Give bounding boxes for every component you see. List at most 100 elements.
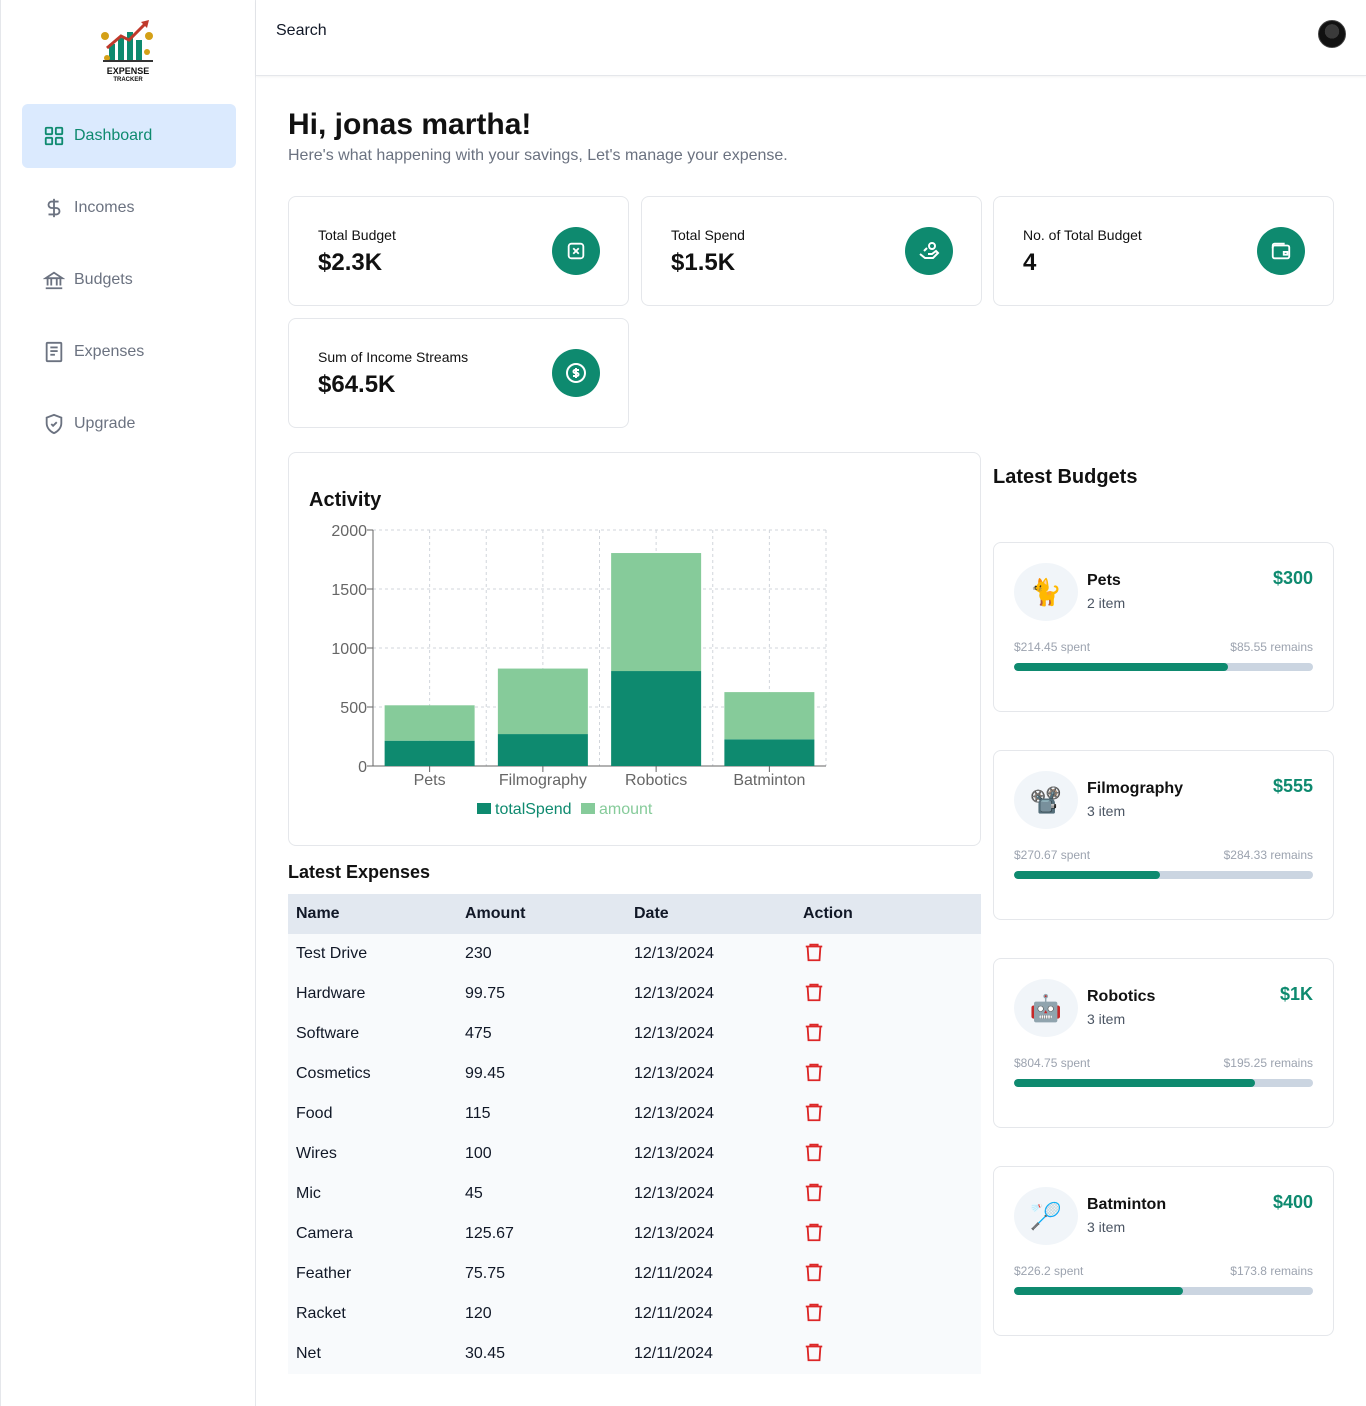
sidebar-item-upgrade[interactable]: Upgrade [22, 392, 236, 456]
expense-date: 12/13/2024 [634, 1065, 715, 1082]
column-header-name: Name [296, 905, 340, 922]
x-tick-label: Robotics [625, 772, 687, 789]
y-tick-label: 2000 [331, 523, 367, 540]
budget-progress-fill [1014, 1287, 1184, 1295]
x-tick-label: Filmography [499, 772, 587, 789]
budget-name: Batminton [1087, 1196, 1167, 1213]
trash-icon[interactable] [803, 1340, 825, 1364]
trash-icon[interactable] [803, 980, 825, 1004]
trash-icon[interactable] [803, 940, 825, 964]
sidebar-item-incomes[interactable]: Incomes [22, 176, 236, 240]
budget-emoji-icon: 🏸 [1014, 1187, 1078, 1245]
budget-amount: $400 [1272, 1192, 1313, 1212]
budget-card[interactable]: 🤖 Robotics 3 item $1K $804.75 spent $195.25 r… [993, 958, 1334, 1128]
expense-date: 12/13/2024 [634, 1185, 715, 1202]
expense-name: Wires [296, 1145, 337, 1162]
trash-icon[interactable] [803, 1140, 825, 1164]
budget-card[interactable]: 📽️ Filmography 3 item $555 $270.67 spent $284… [993, 750, 1334, 920]
budget-card[interactable]: 🏸 Batminton 3 item $400 $226.2 spent $173.8 r… [993, 1166, 1334, 1336]
expense-date: 12/13/2024 [634, 945, 715, 962]
y-tick-label: 0 [358, 759, 367, 776]
trash-icon[interactable] [803, 1020, 825, 1044]
budget-name: Filmography [1087, 780, 1184, 797]
budget-progress-fill [1014, 871, 1160, 879]
expense-amount: 230 [465, 945, 492, 962]
legend-label-totalSpend: totalSpend [495, 801, 572, 818]
stat-label: No. of Total Budget [1023, 227, 1142, 243]
table-row: Software 475 12/13/2024 [288, 1014, 981, 1054]
column-header-date: Date [634, 905, 669, 922]
expense-date: 12/11/2024 [634, 1345, 713, 1362]
budget-amount: $300 [1272, 568, 1313, 588]
budget-remains: $284.33 remains [1223, 848, 1313, 862]
latest-budgets-title: Latest Budgets [993, 466, 1138, 488]
bar-totalSpend-filmography [497, 734, 588, 766]
shield-check-icon [42, 412, 66, 436]
budget-name: Pets [1087, 572, 1121, 589]
y-tick-label: 1500 [331, 582, 367, 599]
trash-icon[interactable] [803, 1300, 825, 1324]
page-subtitle: Here's what happening with your savings,… [288, 147, 788, 164]
sidebar-item-expenses[interactable]: Expenses [22, 320, 236, 384]
trash-icon[interactable] [803, 1260, 825, 1284]
expense-name: Test Drive [296, 945, 368, 962]
bar-totalSpend-robotics [611, 671, 702, 766]
expense-name: Food [296, 1105, 333, 1122]
sidebar-item-label: Incomes [74, 199, 135, 216]
sidebar-item-label: Expenses [74, 343, 145, 360]
legend-swatch-totalSpend [477, 803, 491, 814]
table-row: Food 115 12/13/2024 [288, 1094, 981, 1134]
budget-progress-track [1014, 871, 1313, 879]
expense-tracker-logo[interactable]: EXPENSE TRACKER [97, 18, 159, 84]
trash-icon[interactable] [803, 1220, 825, 1244]
bar-amount-robotics [611, 553, 702, 672]
table-row: Hardware 99.75 12/13/2024 [288, 974, 981, 1014]
budget-emoji-icon: 🤖 [1014, 979, 1078, 1037]
search-input[interactable]: Search [276, 22, 327, 40]
legend-swatch-amount [581, 803, 595, 814]
avatar[interactable] [1318, 20, 1346, 48]
budget-amount: $555 [1272, 776, 1313, 796]
budget-remains: $173.8 remains [1230, 1264, 1313, 1278]
dollar-sign-icon [42, 196, 66, 220]
table-row: Feather 75.75 12/11/2024 [288, 1254, 981, 1294]
expenses-table: Name Amount Date Action Test Drive 230 12/… [288, 894, 981, 1374]
table-row: Camera 125.67 12/13/2024 [288, 1214, 981, 1254]
stat-value: $64.5K [318, 371, 396, 398]
sidebar-item-label: Budgets [74, 271, 133, 288]
stat-value: $2.3K [318, 249, 383, 276]
sidebar-item-budgets[interactable]: Budgets [22, 248, 236, 312]
expense-amount: 475 [465, 1025, 492, 1042]
expense-date: 12/13/2024 [634, 1225, 715, 1242]
receipt-icon [42, 340, 66, 364]
budget-card[interactable]: 🐈 Pets 2 item $300 $214.45 spent $85.55 remai… [993, 542, 1334, 712]
expense-date: 12/11/2024 [634, 1265, 713, 1282]
expense-amount: 115 [465, 1105, 491, 1122]
budget-progress-track [1014, 663, 1313, 671]
trash-icon[interactable] [803, 1180, 825, 1204]
budget-progress-track [1014, 1287, 1313, 1295]
budget-spent: $804.75 spent [1014, 1056, 1091, 1070]
svg-text:TRACKER: TRACKER [113, 77, 143, 83]
stat-value: 4 [1023, 249, 1037, 276]
expense-name: Cosmetics [296, 1065, 371, 1082]
trash-icon[interactable] [803, 1100, 825, 1124]
expense-date: 12/13/2024 [634, 1025, 715, 1042]
bar-amount-pets [384, 705, 475, 741]
budget-remains: $85.55 remains [1230, 640, 1313, 654]
expense-name: Racket [296, 1305, 346, 1322]
budget-name: Robotics [1087, 988, 1156, 1005]
budget-spent: $226.2 spent [1014, 1264, 1084, 1278]
stat-label: Total Spend [671, 227, 745, 243]
table-row: Mic 45 12/13/2024 [288, 1174, 981, 1214]
budget-emoji-icon: 🐈 [1014, 563, 1078, 621]
sidebar-item-dashboard[interactable]: Dashboard [22, 104, 236, 168]
bar-totalSpend-batminton [724, 739, 815, 766]
table-header: Name Amount Date Action [288, 894, 981, 934]
expense-amount: 125.67 [465, 1225, 514, 1242]
trash-icon[interactable] [803, 1060, 825, 1084]
table-row: Wires 100 12/13/2024 [288, 1134, 981, 1174]
piggy-bank-icon [552, 227, 600, 275]
page-title: Hi, jonas martha! [288, 108, 532, 141]
top-header: Search [256, 0, 1366, 76]
